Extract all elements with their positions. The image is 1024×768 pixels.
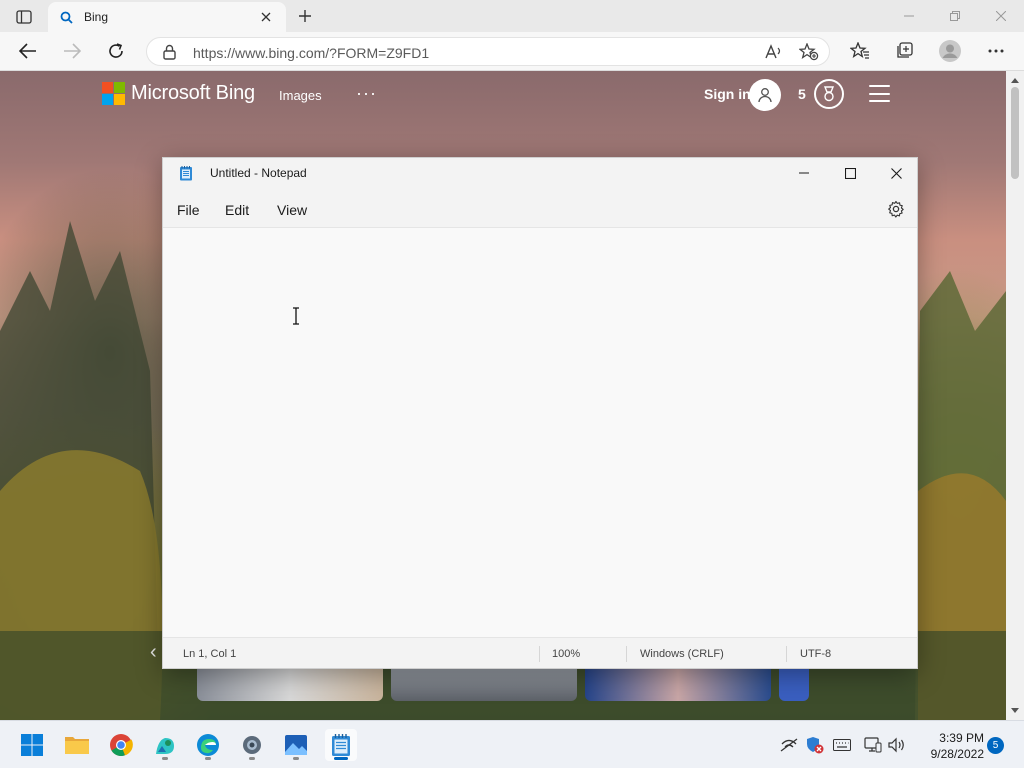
taskbar-photos[interactable] xyxy=(280,729,312,761)
notepad-title-bar[interactable]: Untitled - Notepad xyxy=(163,158,917,188)
maximize-icon xyxy=(844,167,856,179)
collections-icon xyxy=(897,42,913,58)
status-line-ending: Windows (CRLF) xyxy=(640,648,724,660)
network-disconnected-icon[interactable] xyxy=(780,736,798,754)
profile-button[interactable] xyxy=(934,37,966,65)
refresh-icon xyxy=(109,43,123,58)
browser-restore-button[interactable] xyxy=(932,0,978,32)
browser-toolbar: https://www.bing.com/?FORM=Z9FD1 xyxy=(0,32,1024,71)
back-button[interactable] xyxy=(12,37,44,65)
chrome-icon xyxy=(110,734,133,757)
bing-search-icon xyxy=(58,9,74,25)
profile-avatar-icon xyxy=(939,40,961,62)
taskbar-file-explorer[interactable] xyxy=(61,729,93,761)
gear-icon[interactable] xyxy=(887,200,905,218)
status-cursor-position: Ln 1, Col 1 xyxy=(183,648,237,660)
scroll-down-icon[interactable] xyxy=(1010,706,1020,716)
notepad-maximize-button[interactable] xyxy=(827,158,873,188)
taskbar-clock[interactable]: 3:39 PM 9/28/2022 xyxy=(914,730,984,762)
taskbar-store[interactable] xyxy=(149,729,181,761)
text-cursor-icon xyxy=(293,307,299,325)
scrollbar-thumb[interactable] xyxy=(1011,87,1019,179)
windows-taskbar: 3:39 PM 9/28/2022 5 xyxy=(0,720,1024,768)
notepad-menu-bar: File Edit View xyxy=(163,188,917,228)
plus-icon xyxy=(299,10,311,22)
clock-date: 9/28/2022 xyxy=(930,747,984,761)
edge-icon xyxy=(197,734,219,756)
news-card[interactable] xyxy=(585,668,771,701)
notification-badge[interactable]: 5 xyxy=(987,737,1004,754)
favorites-button[interactable] xyxy=(844,37,876,65)
notepad-minimize-button[interactable] xyxy=(781,158,827,188)
tab-actions-button[interactable] xyxy=(8,5,40,29)
store-icon xyxy=(156,738,174,754)
taskbar-edge[interactable] xyxy=(192,729,224,761)
news-card[interactable] xyxy=(779,668,809,701)
notepad-app-icon xyxy=(180,166,192,181)
status-zoom: 100% xyxy=(552,648,581,660)
refresh-button[interactable] xyxy=(100,37,132,65)
close-icon xyxy=(890,167,902,179)
folder-icon xyxy=(65,737,89,754)
clock-time: 3:39 PM xyxy=(939,731,984,745)
new-tab-button[interactable] xyxy=(292,5,318,27)
browser-minimize-button[interactable] xyxy=(886,0,932,32)
collections-button[interactable] xyxy=(888,37,920,65)
page-scrollbar[interactable] xyxy=(1006,71,1024,720)
keyboard-icon[interactable] xyxy=(833,736,851,754)
carousel-left-arrow-icon[interactable]: ‹ xyxy=(150,641,157,664)
lock-icon[interactable] xyxy=(163,44,176,63)
menu-view[interactable]: View xyxy=(277,202,307,218)
menu-file[interactable]: File xyxy=(177,202,200,218)
tab-actions-icon xyxy=(16,10,32,24)
browser-close-button[interactable] xyxy=(978,0,1024,32)
minimize-icon xyxy=(904,15,914,17)
settings-gear-icon xyxy=(243,736,261,754)
notepad-window: Untitled - Notepad File Edit View Ln 1, … xyxy=(162,157,918,669)
notepad-icon xyxy=(332,734,350,756)
settings-more-button[interactable] xyxy=(980,37,1012,65)
favorites-icon xyxy=(850,42,869,59)
news-carousel xyxy=(0,668,1006,701)
browser-tab-bing[interactable]: Bing xyxy=(48,2,286,32)
menu-edit[interactable]: Edit xyxy=(225,202,249,218)
notepad-text-area[interactable] xyxy=(163,229,917,637)
display-icon[interactable] xyxy=(864,736,882,754)
news-card[interactable] xyxy=(197,668,383,701)
read-aloud-icon[interactable] xyxy=(763,43,785,61)
forward-arrow-icon xyxy=(64,43,81,59)
windows-start-icon xyxy=(21,734,43,756)
more-dots-icon xyxy=(988,49,1004,53)
volume-icon[interactable] xyxy=(888,736,906,754)
notepad-close-button[interactable] xyxy=(873,158,919,188)
address-bar[interactable]: https://www.bing.com/?FORM=Z9FD1 xyxy=(146,37,830,66)
security-alert-icon[interactable] xyxy=(806,736,824,754)
taskbar-settings[interactable] xyxy=(236,729,268,761)
url-text[interactable]: https://www.bing.com/?FORM=Z9FD1 xyxy=(193,45,429,61)
minimize-icon xyxy=(799,172,809,174)
news-card[interactable] xyxy=(391,668,577,701)
notepad-status-bar: Ln 1, Col 1 100% Windows (CRLF) UTF-8 xyxy=(163,637,917,668)
scroll-up-icon[interactable] xyxy=(1010,75,1020,85)
taskbar-chrome[interactable] xyxy=(105,729,137,761)
browser-tab-bar: Bing xyxy=(0,0,1024,32)
back-arrow-icon xyxy=(19,43,36,59)
photos-icon xyxy=(285,735,307,755)
taskbar-notepad[interactable] xyxy=(325,729,357,761)
close-icon xyxy=(996,11,1006,21)
tab-close-icon[interactable] xyxy=(256,7,276,27)
forward-button[interactable] xyxy=(56,37,88,65)
status-encoding: UTF-8 xyxy=(800,648,832,660)
start-button[interactable] xyxy=(16,729,48,761)
tab-title: Bing xyxy=(84,10,109,24)
add-favorite-icon[interactable] xyxy=(798,43,820,61)
restore-icon xyxy=(950,11,960,21)
notepad-window-title: Untitled - Notepad xyxy=(210,166,307,180)
